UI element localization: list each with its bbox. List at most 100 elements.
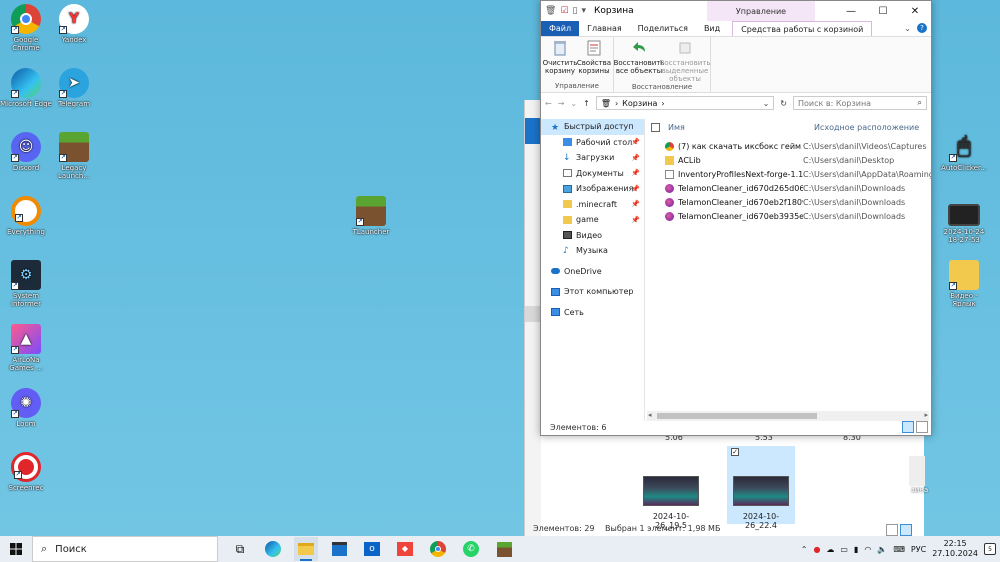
nav-quick-access[interactable]: ★ Быстрый доступ (541, 119, 644, 135)
tab-file[interactable]: Файл (541, 21, 580, 36)
desktop-icon-yandex[interactable]: Y ↗ Yandex (48, 4, 100, 44)
taskbar-minecraft[interactable] (492, 537, 516, 561)
start-button[interactable] (0, 536, 32, 562)
speaker-icon[interactable]: 🔈 (877, 545, 887, 554)
nav-downloads[interactable]: ↓ Загрузки 📌 (541, 150, 644, 166)
cloud-icon (551, 268, 560, 275)
refresh-icon[interactable]: ↻ (780, 99, 787, 108)
file-thumbnail[interactable]: 2024-10-26_19.5 (637, 446, 705, 530)
nav-onedrive[interactable]: OneDrive (541, 264, 644, 280)
nav-music[interactable]: ♪ Музыка (541, 243, 644, 259)
select-all-checkbox[interactable] (651, 122, 660, 132)
display-tray-icon[interactable]: ▭ (840, 545, 848, 554)
nav-desktop[interactable]: Рабочий стол 📌 (541, 135, 644, 151)
maximize-button[interactable]: ☐ (867, 1, 899, 21)
recent-chevron-icon[interactable]: ⌄ (570, 99, 577, 108)
file-row[interactable]: InventoryProfilesNext-forge-1.1... C:\Use… (645, 167, 931, 181)
taskbar-edge[interactable] (261, 537, 285, 561)
clock[interactable]: 22:15 27.10.2024 (932, 539, 978, 559)
address-dropdown-icon[interactable]: ⌄ (763, 99, 770, 108)
desktop-icon-screenrec[interactable]: ↗ Screenrec (0, 452, 52, 492)
desktop-icon-video-shortcut[interactable]: ↗ Видео - Ярлык (938, 260, 990, 308)
desktop-icon-airlona[interactable]: ▲ ↗ AirLoNa Games ... (0, 324, 52, 372)
file-row[interactable]: TelamonCleaner_id670eb3935e... C:\Users\d… (645, 209, 931, 223)
desktop-icon-edge[interactable]: ↗ Microsoft Edge (0, 68, 52, 108)
file-row[interactable]: ACLib C:\Users\danil\Desktop (645, 153, 931, 167)
customize-qa-chevron-icon[interactable]: ▾ (581, 6, 586, 16)
scroll-right-icon[interactable]: ▸ (924, 411, 928, 419)
desktop-icon-autoclicker[interactable]: 🖱 ↗ AutoClicker... (938, 132, 990, 173)
close-button[interactable]: ✕ (899, 1, 931, 21)
thumbnail-view-button[interactable] (900, 524, 912, 536)
tab-share[interactable]: Поделиться (630, 21, 696, 36)
taskbar-whatsapp[interactable]: ✆ (459, 537, 483, 561)
nav-pictures[interactable]: Изображения 📌 (541, 181, 644, 197)
status-bar: Элементов: 6 (541, 419, 931, 435)
desktop-icon-discord[interactable]: ☺ ↗ Discord (0, 132, 52, 172)
column-header-location[interactable]: Исходное расположение (808, 123, 919, 132)
restore-all-button[interactable]: Восстановить все объекты (614, 39, 664, 83)
restore-selected-button[interactable]: Восстановить выделенные объекты (660, 39, 710, 83)
language-indicator[interactable]: РУС (911, 545, 926, 554)
file-thumbnail-selected[interactable]: ✓ 2024-10-26_22.4 (727, 446, 795, 530)
minimize-button[interactable]: — (835, 1, 867, 21)
desktop-icon-tlauncher[interactable]: ↗ TLauncher (345, 196, 397, 236)
tab-view[interactable]: Вид (696, 21, 728, 36)
column-header-name[interactable]: Имя (668, 123, 808, 132)
details-view-button[interactable] (886, 524, 898, 536)
recycle-bin-window[interactable]: 🗑 ☑ ▯ ▾ Корзина Управление — ☐ ✕ Файл Гл… (540, 0, 932, 436)
properties-qa-icon[interactable]: ☑ (560, 6, 568, 16)
recycle-bin-properties-button[interactable]: Свойства корзины (577, 39, 611, 82)
back-arrow-icon[interactable]: ← (545, 99, 552, 108)
desktop-icon-chrome[interactable]: ↗ Google Chrome (0, 4, 52, 52)
tab-recycle-bin-tools[interactable]: Средства работы с корзиной (732, 21, 873, 36)
nav-documents[interactable]: Документы 📌 (541, 166, 644, 182)
address-bar[interactable]: 🗑 › Корзина › ⌄ (595, 96, 775, 110)
forward-arrow-icon[interactable]: → (558, 99, 565, 108)
file-row[interactable]: TelamonCleaner_id670eb2f1809... C:\Users\… (645, 195, 931, 209)
search-box[interactable]: Поиск в: Корзина ⌕ (793, 96, 927, 110)
taskbar-store[interactable] (327, 537, 351, 561)
desktop-icon-system-informer[interactable]: ⚙ ↗ System Informer (0, 260, 52, 308)
taskbar-chrome[interactable] (426, 537, 450, 561)
task-view-button[interactable]: ⧉ (228, 537, 252, 561)
desktop-icon-legacy-launcher[interactable]: ↗ Legacy Launch... (48, 132, 100, 180)
breadcrumb-recycle-bin[interactable]: Корзина (622, 99, 657, 108)
title-bar[interactable]: 🗑 ☑ ▯ ▾ Корзина Управление — ☐ ✕ (541, 1, 931, 21)
screenrec-tray-icon[interactable]: ● (813, 545, 820, 554)
details-view-button[interactable] (902, 421, 914, 433)
file-row[interactable]: TelamonCleaner_id670d265d06... C:\Users\d… (645, 181, 931, 195)
taskbar-file-explorer[interactable] (294, 537, 318, 561)
up-arrow-icon[interactable]: ↑ (583, 99, 590, 108)
nav-this-pc[interactable]: Этот компьютер (541, 284, 644, 300)
checkbox-checked-icon[interactable]: ✓ (731, 448, 739, 456)
taskbar-search[interactable]: ⌕ Поиск (32, 536, 218, 562)
desktop-icon-video-file[interactable]: 2024-10-24 18-27-53 (938, 204, 990, 244)
taskbar-outlook[interactable]: o (360, 537, 384, 561)
taskbar-anydesk[interactable]: ◆ (393, 537, 417, 561)
file-name: InventoryProfilesNext-forge-1.1... (678, 169, 803, 179)
breadcrumb-chevron-icon[interactable]: › (661, 99, 664, 108)
battery-icon[interactable]: ▮ (854, 545, 858, 554)
show-hidden-icons-chevron-icon[interactable]: ⌃ (801, 545, 808, 554)
nav-network[interactable]: Сеть (541, 305, 644, 321)
file-row[interactable]: (7) как скачать иксбокс гейм б... C:\User… (645, 139, 931, 153)
tab-home[interactable]: Главная (579, 21, 630, 36)
keyboard-icon[interactable]: ⌨ (893, 545, 905, 554)
notifications-button[interactable]: 5 (984, 543, 996, 555)
help-icon[interactable]: ? (917, 23, 927, 33)
nav-game[interactable]: game 📌 (541, 212, 644, 228)
scroll-left-icon[interactable]: ◂ (648, 411, 652, 419)
nav-video[interactable]: Видео (541, 228, 644, 244)
new-folder-qa-icon[interactable]: ▯ (573, 6, 578, 16)
desktop-icon-everything[interactable]: ↗ Everything (0, 196, 52, 236)
nav-minecraft[interactable]: .minecraft 📌 (541, 197, 644, 213)
expand-ribbon-chevron-icon[interactable]: ⌄ (904, 24, 911, 33)
breadcrumb-chevron-icon: › (614, 98, 619, 108)
desktop-icon-loom[interactable]: ✺ ↗ Loom (0, 388, 52, 428)
wifi-icon[interactable]: ◠ (864, 545, 871, 554)
empty-recycle-bin-button[interactable]: Очистить корзину (543, 39, 577, 82)
desktop-icon-telegram[interactable]: ➤ ↗ Telegram (48, 68, 100, 108)
large-icons-view-button[interactable] (916, 421, 928, 433)
cloud-tray-icon[interactable]: ☁ (826, 545, 834, 554)
